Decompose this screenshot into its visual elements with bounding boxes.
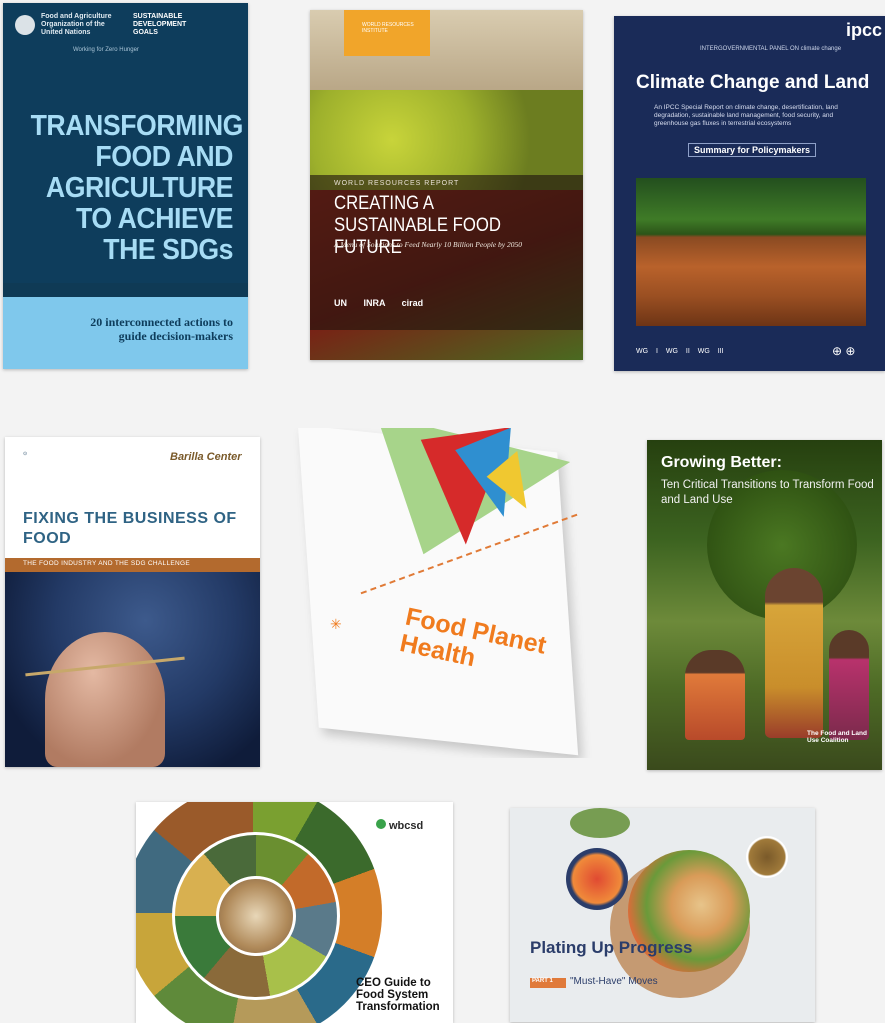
eat-report-cover[interactable]: ✳ Food Planet Health — [268, 428, 596, 758]
report-series: WORLD RESOURCES REPORT — [334, 180, 460, 187]
folu-report-cover[interactable]: Growing Better: Ten Critical Transitions… — [647, 440, 882, 770]
baby-hand-shape — [45, 632, 165, 767]
cover-subtitle: A Menu of Solutions to Feed Nearly 10 Bi… — [334, 240, 522, 249]
cover-title: Growing Better: — [661, 454, 782, 471]
wbcsd-logo: wbcsd — [389, 820, 424, 832]
cover-subtitle: 20 interconnected actions to guide decis… — [90, 315, 233, 343]
person-standing-shape — [765, 568, 823, 738]
wbcsd-report-cover[interactable]: wbcsd CEO Guide to Food System Transform… — [136, 802, 453, 1023]
part-tag-label: PART 1 — [532, 978, 553, 984]
cover-title: Climate Change and Land — [636, 72, 870, 93]
cover-subtitle: THE FOOD INDUSTRY AND THE SDG CHALLENGE — [23, 560, 191, 567]
cover-subtitle: An IPCC Special Report on climate change… — [654, 104, 838, 127]
herbs-photo — [570, 808, 630, 838]
ipcc-panel-name: INTERGOVERNMENTAL PANEL ON climate chang… — [700, 46, 842, 52]
fao-report-cover[interactable]: Food and Agriculture Organization of the… — [3, 3, 248, 369]
fao-logo-icon — [15, 15, 35, 35]
folu-logo: The Food and Land Use Coalition — [807, 730, 867, 744]
landscape-photo — [636, 178, 866, 326]
summary-badge: Summary for Policymakers — [688, 143, 817, 157]
un-emblem-icon: ⊕ ⊕ — [832, 344, 856, 358]
fao-tagline: Working for Zero Hunger — [73, 47, 139, 53]
food-plate-photo — [216, 876, 296, 956]
barilla-report-cover[interactable]: ⊙ Barilla Center FIXING THE BUSINESS OF … — [5, 437, 260, 767]
plating-report-cover[interactable]: Plating Up Progress PART 1 "Must-Have" M… — [510, 808, 815, 1022]
person-seated-shape — [685, 650, 745, 740]
cover-title: FIXING THE BUSINESS OF FOOD — [23, 510, 237, 547]
sdg-logo-text: SUSTAINABLE DEVELOPMENT GOALS — [133, 13, 187, 36]
ipcc-logo: ipcc — [846, 20, 883, 40]
wri-report-cover[interactable]: WORLD RESOURCES INSTITUTE WORLD RESOURCE… — [310, 10, 583, 360]
wri-logo-text: WORLD RESOURCES INSTITUTE — [362, 22, 414, 34]
barilla-logo: Barilla Center — [170, 451, 242, 463]
partner-logo: ⊙ — [23, 451, 28, 457]
fao-org-name: Food and Agriculture Organization of the… — [41, 13, 112, 36]
ipcc-report-cover[interactable]: ipcc INTERGOVERNMENTAL PANEL ON climate … — [614, 16, 885, 371]
cover-title: Plating Up Progress — [530, 938, 693, 957]
child-shape — [829, 630, 869, 740]
spice-bowl-shape — [746, 836, 788, 878]
working-group-badges: WG I WG II WG III — [636, 348, 724, 355]
cover-subtitle: "Must-Have" Moves — [570, 976, 658, 987]
cover-title: CEO Guide to Food System Transformation — [356, 977, 440, 1013]
partner-logos: UN INRA cirad — [334, 298, 424, 308]
eat-logo-icon: ✳ — [330, 616, 342, 632]
wbcsd-logo-icon — [376, 819, 386, 829]
cover-subtitle: Ten Critical Transitions to Transform Fo… — [661, 479, 874, 506]
cover-title: TRANSFORMING FOOD AND AGRICULTURE TO ACH… — [30, 110, 244, 266]
tomato-bowl-shape — [566, 848, 628, 910]
cover-title: CREATING A SUSTAINABLE FOOD FUTURE — [334, 193, 501, 258]
